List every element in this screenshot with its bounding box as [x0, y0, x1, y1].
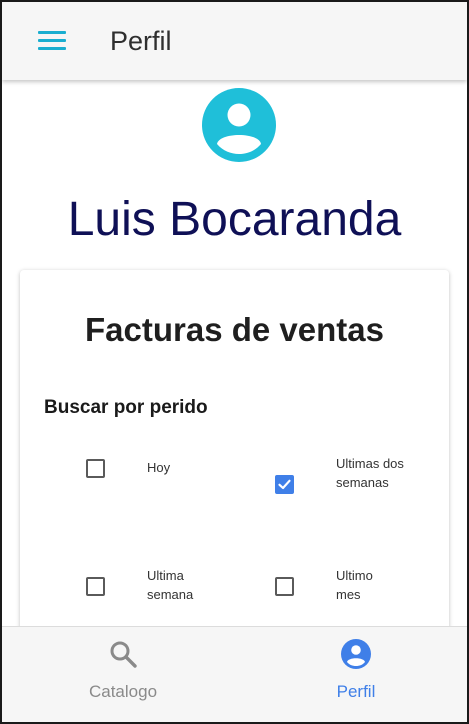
filter-period-label: Buscar por perido — [44, 397, 208, 418]
profile-content[interactable]: Luis Bocaranda Facturas de ventas Buscar… — [2, 80, 467, 626]
option-ultimo-mes[interactable]: Ultimo mes — [240, 566, 449, 626]
page-title: Perfil — [110, 26, 172, 56]
nav-label-catalogo: Catalogo — [88, 682, 158, 701]
sales-invoices-card: Facturas de ventas Buscar por perido Hoy… — [20, 270, 449, 626]
hamburger-menu-icon[interactable] — [38, 29, 68, 53]
checkbox-ultima-semana[interactable] — [86, 577, 105, 596]
nav-item-catalogo[interactable]: Catalogo — [48, 627, 198, 722]
search-icon — [110, 641, 137, 668]
option-label: Ultima semana — [147, 568, 194, 602]
checkmark-icon — [278, 479, 291, 490]
top-app-bar: Perfil — [2, 2, 467, 80]
user-name: Luis Bocaranda — [67, 193, 402, 246]
option-ultima-semana[interactable]: Ultima semana — [20, 566, 220, 626]
avatar — [202, 88, 276, 162]
option-ultimas-dos-semanas[interactable]: Ultimas dos semanas — [240, 450, 449, 520]
checkbox-ultimo-mes[interactable] — [275, 577, 294, 596]
app-window: Perfil Luis Bocaranda Facturas de ventas… — [0, 0, 469, 724]
checkbox-ultimas-dos-semanas[interactable] — [275, 475, 294, 494]
option-hoy[interactable]: Hoy — [20, 450, 220, 510]
bottom-navigation: Catalogo Perfil — [2, 626, 467, 722]
nav-item-perfil[interactable]: Perfil — [281, 627, 431, 722]
option-label: Hoy — [147, 460, 171, 475]
option-label: Ultimo mes — [336, 568, 373, 602]
card-title: Facturas de ventas — [85, 311, 384, 348]
nav-label-perfil: Perfil — [336, 682, 376, 701]
checkbox-hoy[interactable] — [86, 459, 105, 478]
option-label: Ultimas dos semanas — [336, 456, 404, 490]
account-circle-icon — [202, 88, 276, 162]
account-circle-icon — [341, 639, 371, 669]
